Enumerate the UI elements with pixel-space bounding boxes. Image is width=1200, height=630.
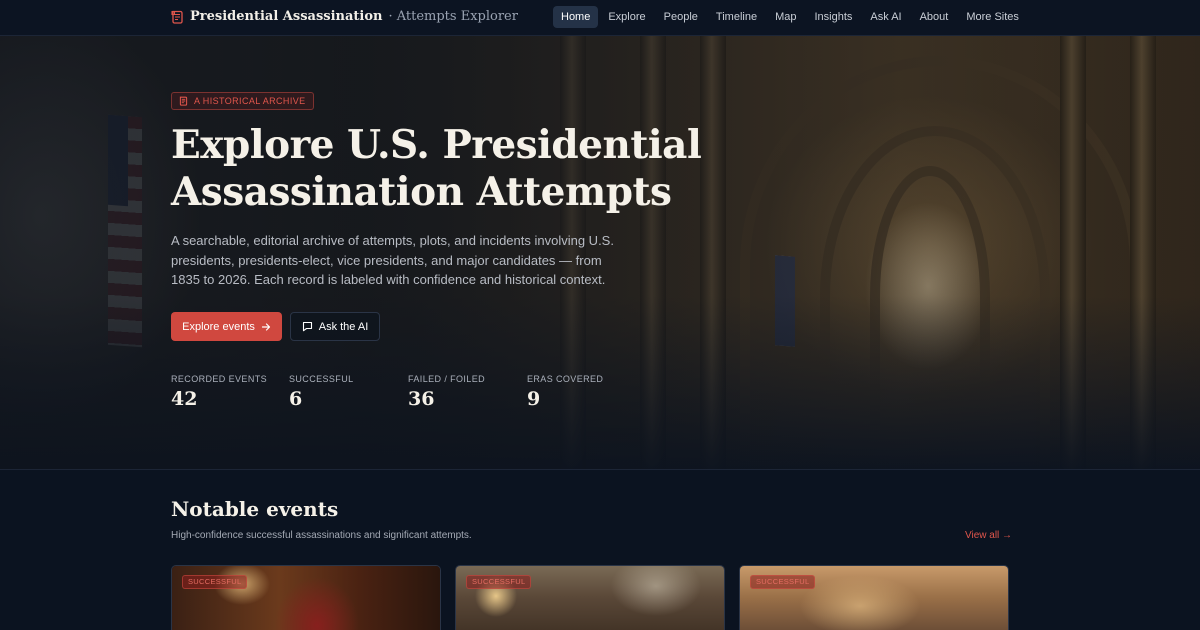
stat-label: RECORDED EVENTS xyxy=(171,374,268,384)
scroll-icon xyxy=(179,96,188,106)
event-card-badge: SUCCESSFUL xyxy=(182,575,248,589)
nav-link-home[interactable]: Home xyxy=(553,6,599,28)
event-card[interactable]: SUCCESSFUL xyxy=(739,565,1009,630)
event-card-badge: SUCCESSFUL xyxy=(750,575,816,589)
nav-link-explore[interactable]: Explore xyxy=(600,6,653,28)
section-divider xyxy=(0,469,1200,470)
hero-description: A searchable, editorial archive of attem… xyxy=(171,233,614,287)
archive-badge: A HISTORICAL ARCHIVE xyxy=(171,92,314,110)
event-card[interactable]: SUCCESSFUL xyxy=(171,565,441,630)
scroll-icon xyxy=(171,10,183,24)
stat-successful: SUCCESSFUL 6 xyxy=(289,374,399,410)
stat-failed-foiled: FAILED / FOILED 36 xyxy=(408,374,518,410)
hero-section: A HISTORICAL ARCHIVE Explore U.S. Presid… xyxy=(0,36,1200,469)
stat-eras-covered: ERAS COVERED 9 xyxy=(527,374,637,410)
top-nav: Presidential Assassination · Attempts Ex… xyxy=(0,0,1200,36)
event-card-badge: SUCCESSFUL xyxy=(466,575,532,589)
stat-recorded-events: RECORDED EVENTS 42 xyxy=(171,374,281,410)
notable-events-title: Notable events xyxy=(171,497,339,521)
nav-links: Home Explore People Timeline Map Insight… xyxy=(553,6,1027,28)
stat-value: 42 xyxy=(171,388,198,410)
view-all-link[interactable]: View all → xyxy=(965,530,1012,541)
nav-link-about[interactable]: About xyxy=(912,6,957,28)
explore-events-button[interactable]: Explore events xyxy=(171,312,282,341)
nav-link-timeline[interactable]: Timeline xyxy=(708,6,765,28)
archive-badge-label: A HISTORICAL ARCHIVE xyxy=(194,96,306,106)
nav-link-map[interactable]: Map xyxy=(767,6,804,28)
stat-label: SUCCESSFUL xyxy=(289,374,354,384)
explore-events-label: Explore events xyxy=(182,320,255,333)
stat-value: 6 xyxy=(289,388,303,410)
brand-link[interactable]: Presidential Assassination · Attempts Ex… xyxy=(171,9,518,24)
nav-link-ask-ai[interactable]: Ask AI xyxy=(862,6,909,28)
notable-events-subtitle: High-confidence successful assassination… xyxy=(171,530,472,541)
stat-label: FAILED / FOILED xyxy=(408,374,486,384)
stat-label: ERAS COVERED xyxy=(527,374,604,384)
chat-bubble-icon xyxy=(302,321,312,332)
stat-value: 9 xyxy=(527,388,541,410)
ask-ai-button[interactable]: Ask the AI xyxy=(290,312,380,341)
brand-title: Presidential Assassination xyxy=(190,9,383,24)
brand-subtitle: · Attempts Explorer xyxy=(388,9,518,24)
ask-ai-label: Ask the AI xyxy=(318,320,369,333)
nav-link-more-sites[interactable]: More Sites xyxy=(958,6,1027,28)
nav-link-people[interactable]: People xyxy=(656,6,706,28)
event-card[interactable]: SUCCESSFUL xyxy=(455,565,725,630)
stat-value: 36 xyxy=(408,388,435,410)
arrow-right-icon xyxy=(261,322,270,331)
hero-title: Explore U.S. Presidential Assassination … xyxy=(171,122,702,215)
nav-link-insights[interactable]: Insights xyxy=(806,6,860,28)
